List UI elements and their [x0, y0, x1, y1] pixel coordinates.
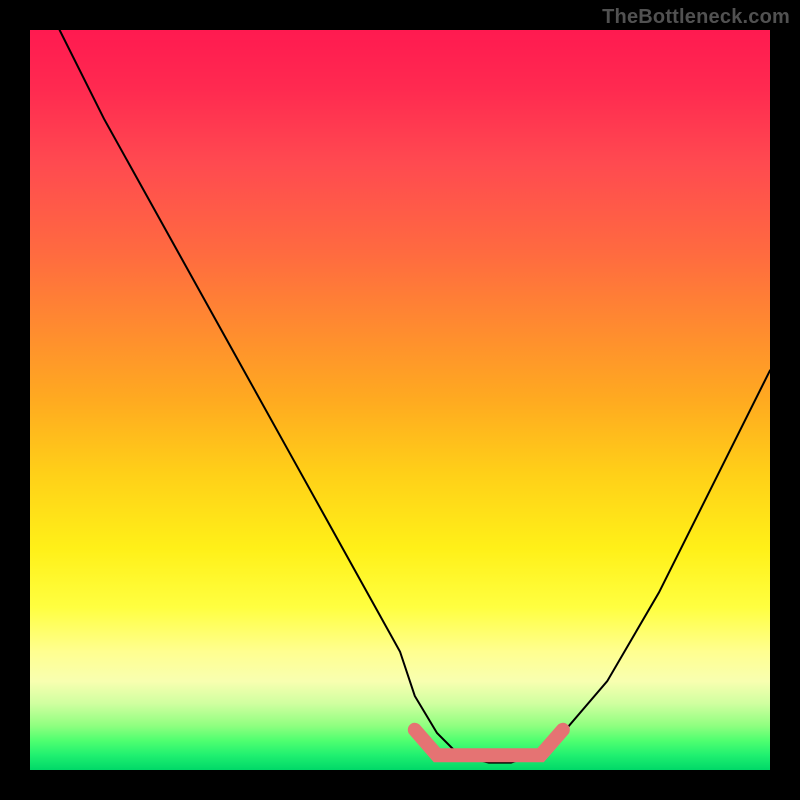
bottleneck-chart: TheBottleneck.com — [0, 0, 800, 800]
curve-layer — [30, 30, 770, 770]
watermark-text: TheBottleneck.com — [602, 6, 790, 29]
plot-area — [30, 30, 770, 770]
bottleneck-curve-path — [60, 30, 770, 763]
